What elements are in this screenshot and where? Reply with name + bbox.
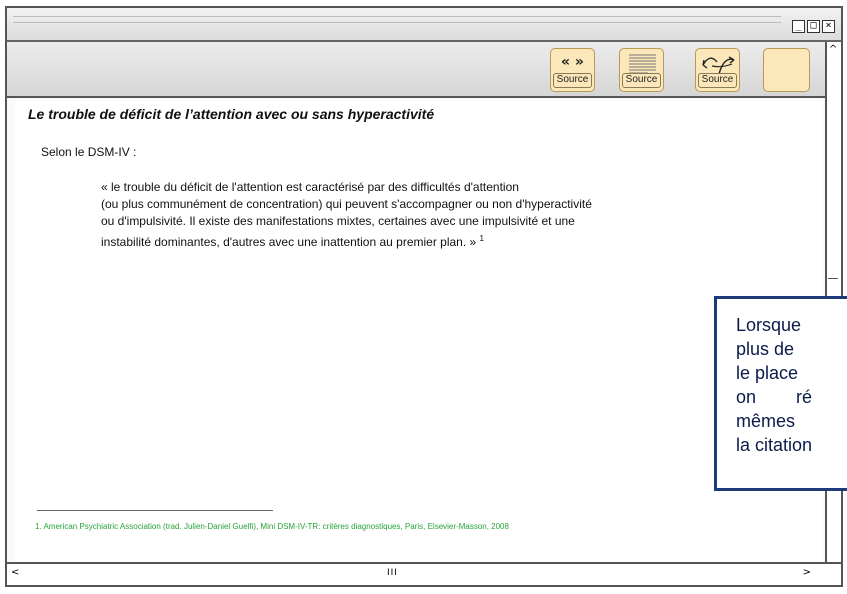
source-document-button[interactable]: Source xyxy=(619,48,664,92)
callout-line: Lorsque xyxy=(736,315,802,335)
title-bar-line xyxy=(13,22,781,23)
scroll-thumb[interactable]: III xyxy=(387,568,398,578)
scroll-right-icon[interactable]: > xyxy=(803,567,811,578)
annotation-callout: Lorsque plus de le place on ré mêmes la … xyxy=(714,296,847,491)
title-bar-line xyxy=(13,16,781,17)
quote-line-last: instabilité dominantes, d'autres avec un… xyxy=(101,230,741,251)
horizontal-scrollbar[interactable]: < III > xyxy=(7,562,841,585)
quote-line: « le trouble du déficit de l'attention e… xyxy=(101,180,519,194)
callout-line: mêmes xyxy=(736,411,796,431)
quote-line: ou d'impulsivité. Il existe des manifest… xyxy=(101,214,575,228)
title-bar: _ □ × xyxy=(7,8,841,42)
source-label: Source xyxy=(698,73,737,88)
scroll-up-icon[interactable]: ^ xyxy=(829,44,837,55)
footnote-reference[interactable]: 1 xyxy=(480,234,484,243)
document-content: Le trouble de déficit de l’attention ave… xyxy=(15,100,823,566)
close-icon[interactable]: × xyxy=(822,20,835,33)
guillemets-icon: « » xyxy=(561,54,584,70)
callout-line: la citation xyxy=(736,435,813,455)
callout-line: le place xyxy=(736,363,799,383)
intro-text: Selon le DSM-IV : xyxy=(41,145,137,159)
scroll-left-icon[interactable]: < xyxy=(11,567,19,578)
minimize-icon[interactable]: _ xyxy=(792,20,805,33)
footnote: 1. American Psychiatric Association (tra… xyxy=(35,522,509,531)
quotation: « le trouble du déficit de l'attention e… xyxy=(101,179,741,251)
callout-line: on ré xyxy=(736,387,813,407)
page-title: Le trouble de déficit de l’attention ave… xyxy=(28,106,435,122)
blank-source-button[interactable] xyxy=(763,48,810,92)
callout-line: plus de xyxy=(736,339,795,359)
toolbar: « » Source Source Source xyxy=(7,42,825,98)
maximize-icon[interactable]: □ xyxy=(807,20,820,33)
source-label: Source xyxy=(622,73,661,88)
quote-line: instabilité dominantes, d'autres avec un… xyxy=(101,235,477,249)
quote-line: (ou plus communément de concentration) q… xyxy=(101,197,592,211)
footnote-divider xyxy=(37,510,273,511)
source-quote-button[interactable]: « » Source xyxy=(550,48,595,92)
source-link-button[interactable]: Source xyxy=(695,48,740,92)
source-label: Source xyxy=(553,73,592,88)
